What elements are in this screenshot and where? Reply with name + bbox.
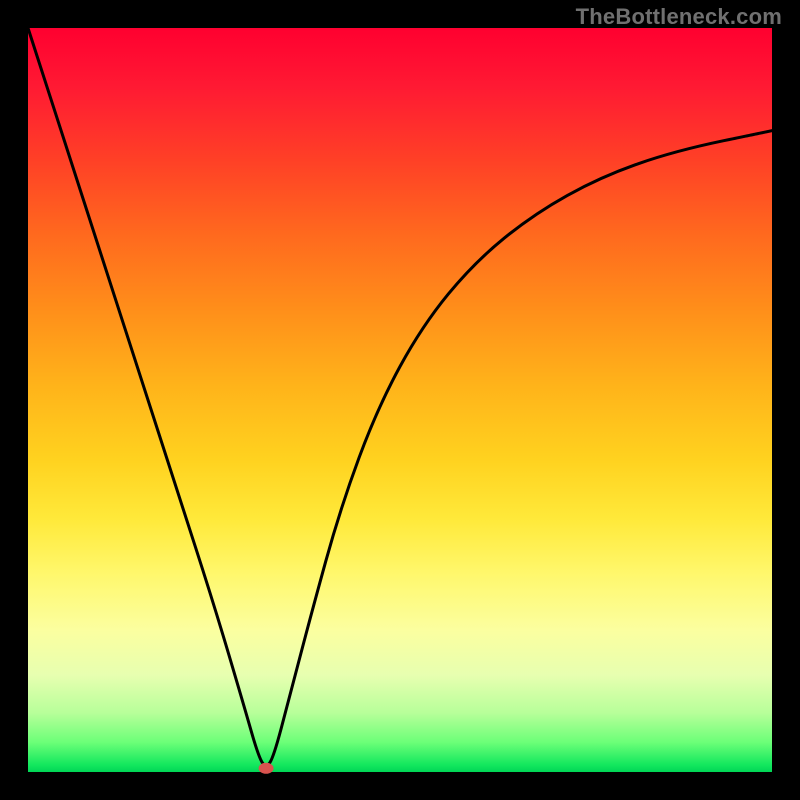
chart-svg: [28, 28, 772, 772]
chart-frame: TheBottleneck.com: [0, 0, 800, 800]
minimum-marker: [259, 763, 273, 773]
chart-plot-area: [28, 28, 772, 772]
bottleneck-curve: [28, 28, 772, 765]
watermark-text: TheBottleneck.com: [576, 4, 782, 30]
